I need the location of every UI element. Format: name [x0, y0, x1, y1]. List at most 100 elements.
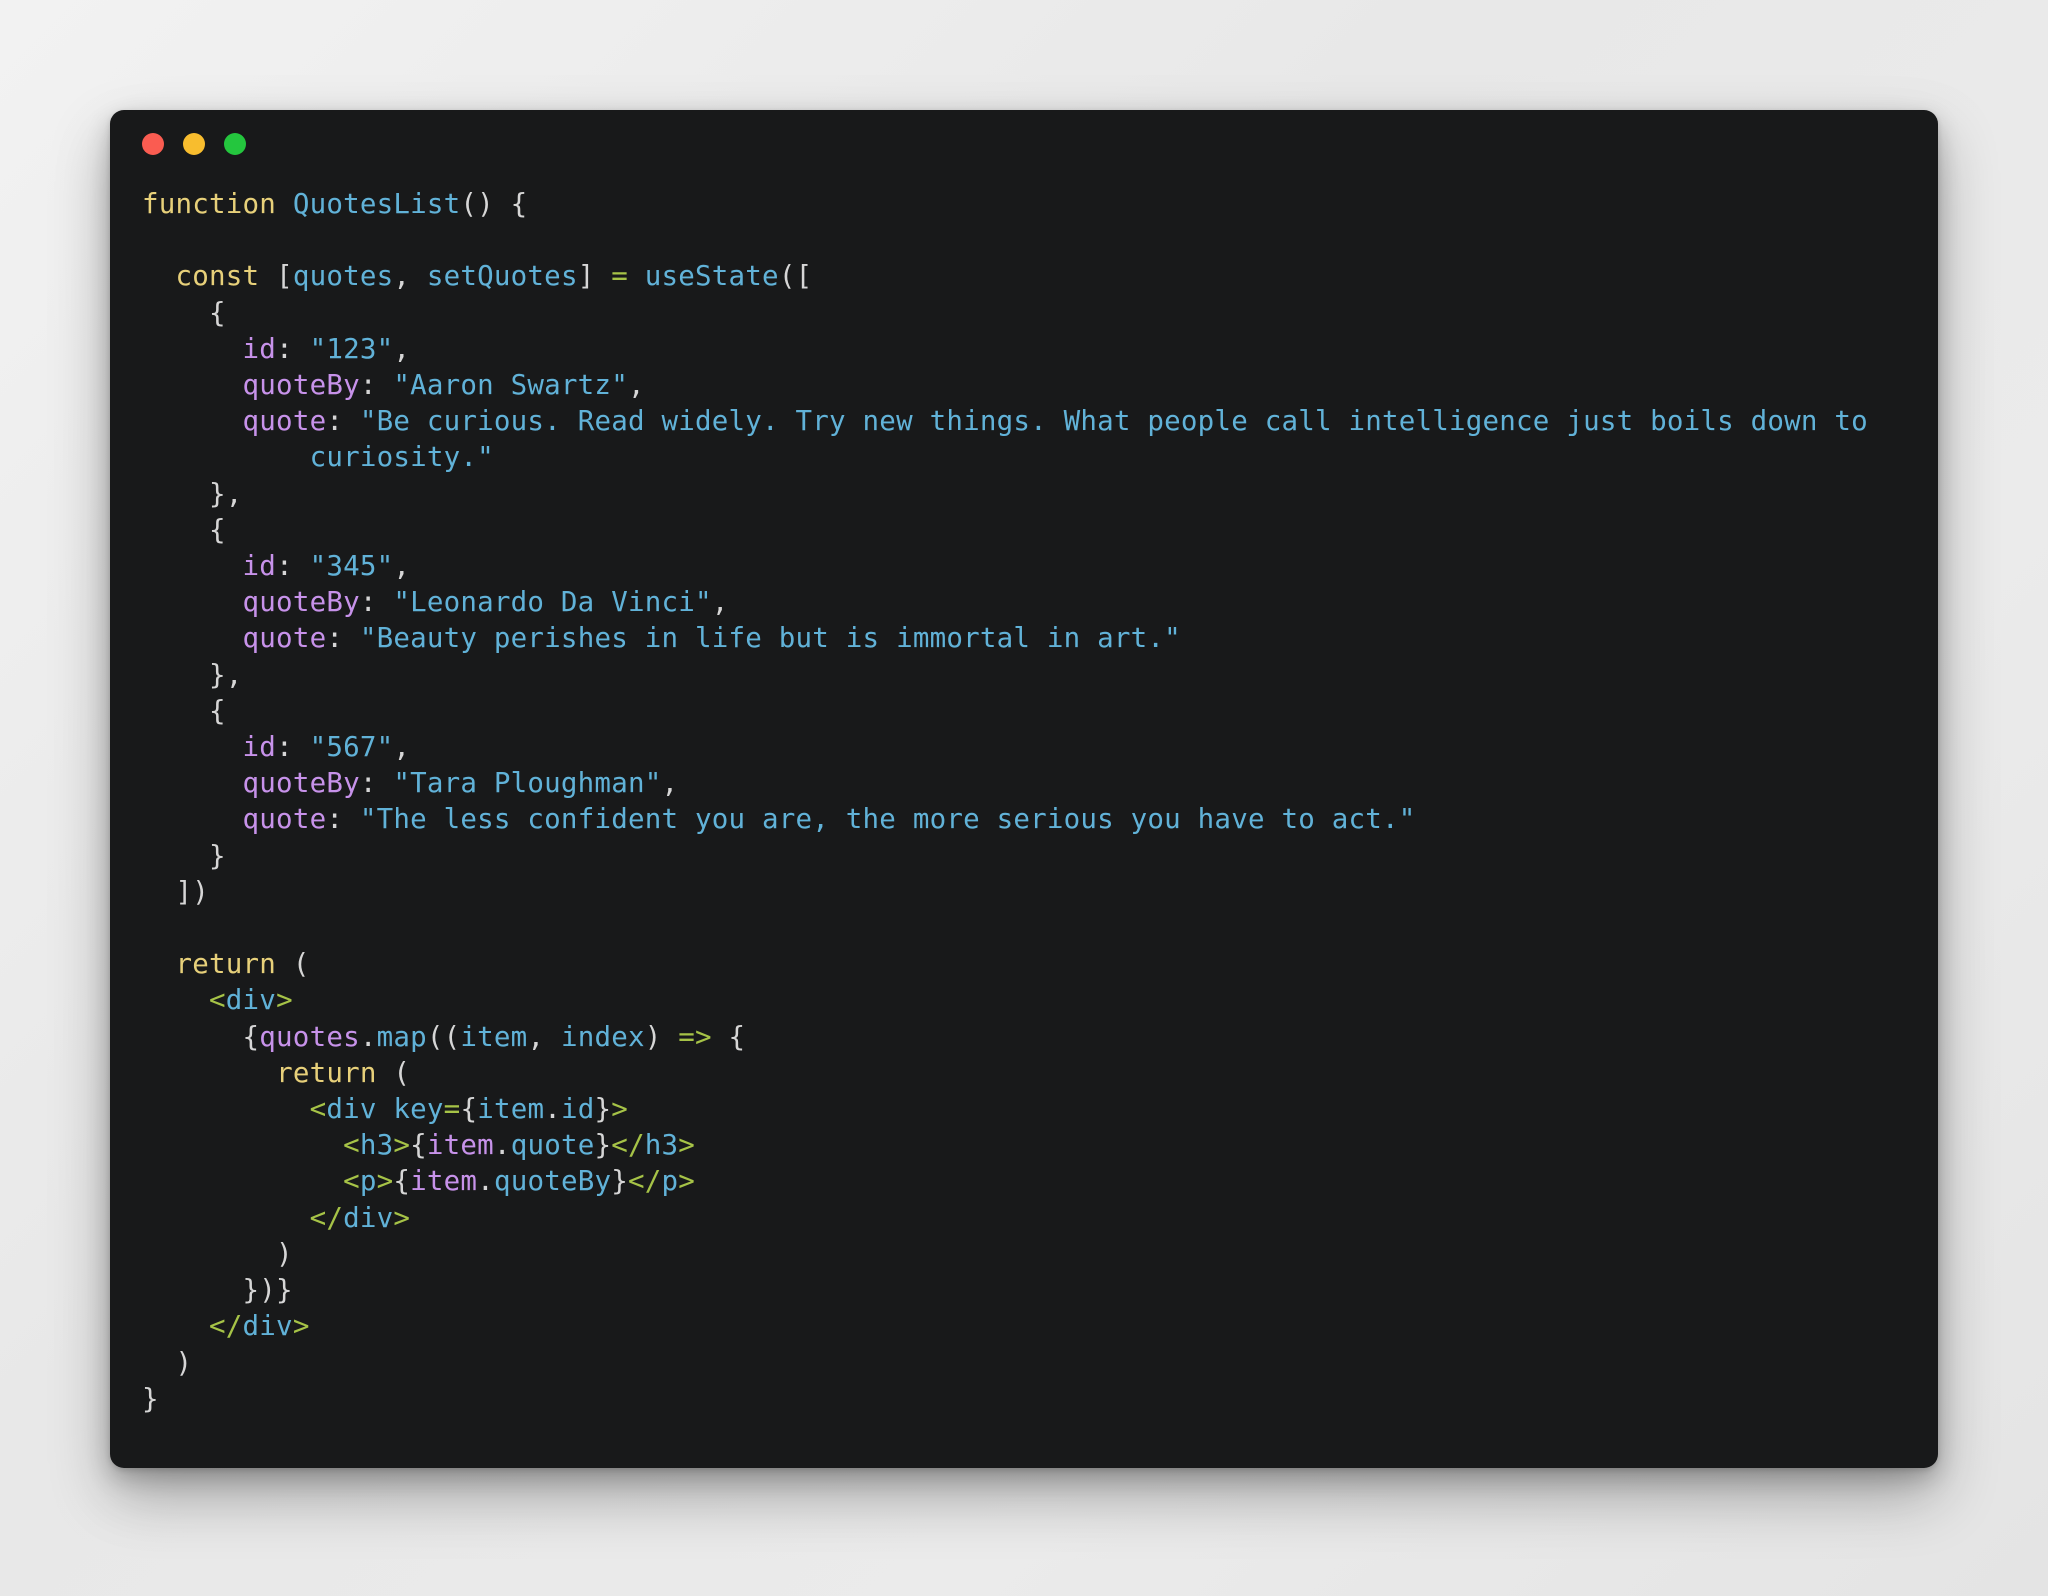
code-token: QuotesList [292, 188, 461, 220]
code-token: : [359, 369, 394, 402]
code-token: ([ [778, 260, 813, 293]
code-token: ( [276, 948, 310, 981]
code-token: "Beauty perishes in life but is immortal… [359, 622, 1181, 655]
code-line: ) [142, 1238, 293, 1270]
code-token: </ [628, 1165, 662, 1198]
minimize-button[interactable] [183, 133, 205, 155]
code-token: , [393, 550, 411, 583]
code-token: item [426, 1129, 494, 1162]
code-token: : [276, 550, 310, 583]
code-line: return ( [142, 1057, 410, 1089]
code-token: > [678, 1165, 696, 1198]
code-token: , [627, 369, 645, 402]
code-token: quoteBy [493, 1165, 612, 1198]
code-token: : [276, 332, 310, 365]
code-token: = [443, 1093, 461, 1126]
code-token: { [142, 1020, 260, 1053]
code-line: quoteBy: "Leonardo Da Vinci", [142, 586, 729, 618]
code-token: . [359, 1020, 377, 1053]
code-line: quoteBy: "Aaron Swartz", [142, 369, 645, 401]
code-line: return ( [142, 948, 310, 980]
code-token: quote [242, 803, 327, 836]
code-line: } [142, 840, 226, 872]
code-token: quote [242, 622, 327, 655]
code-token: "345" [309, 550, 394, 583]
maximize-button[interactable] [224, 133, 246, 155]
code-token: quoteBy [242, 586, 360, 619]
code-token: curiosity." [309, 441, 494, 474]
code-token: ) [142, 1346, 193, 1379]
code-token: ] [577, 260, 612, 293]
window-titlebar [110, 110, 1938, 178]
code-token: : [326, 405, 360, 438]
close-button[interactable] [142, 133, 164, 155]
code-token: , [393, 731, 411, 764]
code-token: map [376, 1020, 427, 1053]
code-line: } [142, 1383, 159, 1415]
code-token: "567" [309, 731, 394, 764]
code-token: ]) [142, 875, 210, 908]
code-token: . [477, 1165, 494, 1198]
code-body: function QuotesList() { const [quotes, s… [110, 178, 1938, 1417]
code-token: { [142, 513, 226, 546]
code-token: (( [426, 1020, 461, 1053]
code-token: . [544, 1093, 561, 1126]
code-line: })} [142, 1274, 293, 1306]
code-token: () { [460, 188, 528, 220]
code-token: quote [242, 405, 327, 438]
code-token: . [493, 1129, 511, 1162]
code-line: {quotes.map((item, index) => { [142, 1020, 746, 1053]
code-token: > [393, 1201, 411, 1234]
code-token: quotes [259, 1020, 360, 1053]
code-token: ) [142, 1237, 293, 1270]
code-window: function QuotesList() { const [quotes, s… [110, 110, 1938, 1468]
code-token: h3 [359, 1129, 394, 1162]
code-token: div [343, 1201, 394, 1234]
code-token: < [343, 1165, 360, 1198]
code-token: p [359, 1165, 377, 1198]
code-token: quote [510, 1129, 595, 1162]
code-token: id [561, 1093, 595, 1126]
code-token: id [242, 332, 277, 365]
code-token: quoteBy [242, 767, 360, 800]
code-token: }, [142, 658, 243, 691]
code-token: item [477, 1093, 545, 1126]
code-token: : [276, 731, 310, 764]
code-token: </ [611, 1129, 645, 1162]
code-token: div [242, 1310, 293, 1343]
code-token: } [142, 839, 226, 872]
code-line: function QuotesList() { [142, 188, 527, 220]
code-line: </div> [142, 1202, 410, 1234]
code-token: }, [142, 477, 243, 510]
code-token: function [142, 188, 293, 220]
code-block[interactable]: function QuotesList() { const [quotes, s… [142, 186, 1938, 1417]
code-line: quoteBy: "Tara Ploughman", [142, 767, 678, 799]
code-token: , [393, 332, 411, 365]
code-token: index [560, 1020, 645, 1053]
code-token: h3 [644, 1129, 679, 1162]
code-line: { [142, 695, 226, 727]
code-line: id: "123", [142, 333, 410, 365]
code-token: quotes [292, 260, 394, 293]
code-token: < [209, 984, 226, 1017]
code-token: } [142, 1382, 159, 1415]
code-token: : [326, 803, 360, 836]
code-line: <div key={item.id}> [142, 1093, 628, 1125]
code-token: div [225, 984, 277, 1017]
code-line: <p>{item.quoteBy}</p> [142, 1165, 695, 1197]
code-token: setQuotes [426, 260, 578, 293]
code-line: }, [142, 659, 243, 691]
code-token: { [711, 1020, 746, 1053]
code-token: return [276, 1056, 377, 1089]
code-line: ]) [142, 876, 209, 908]
code-token: { [142, 694, 226, 727]
